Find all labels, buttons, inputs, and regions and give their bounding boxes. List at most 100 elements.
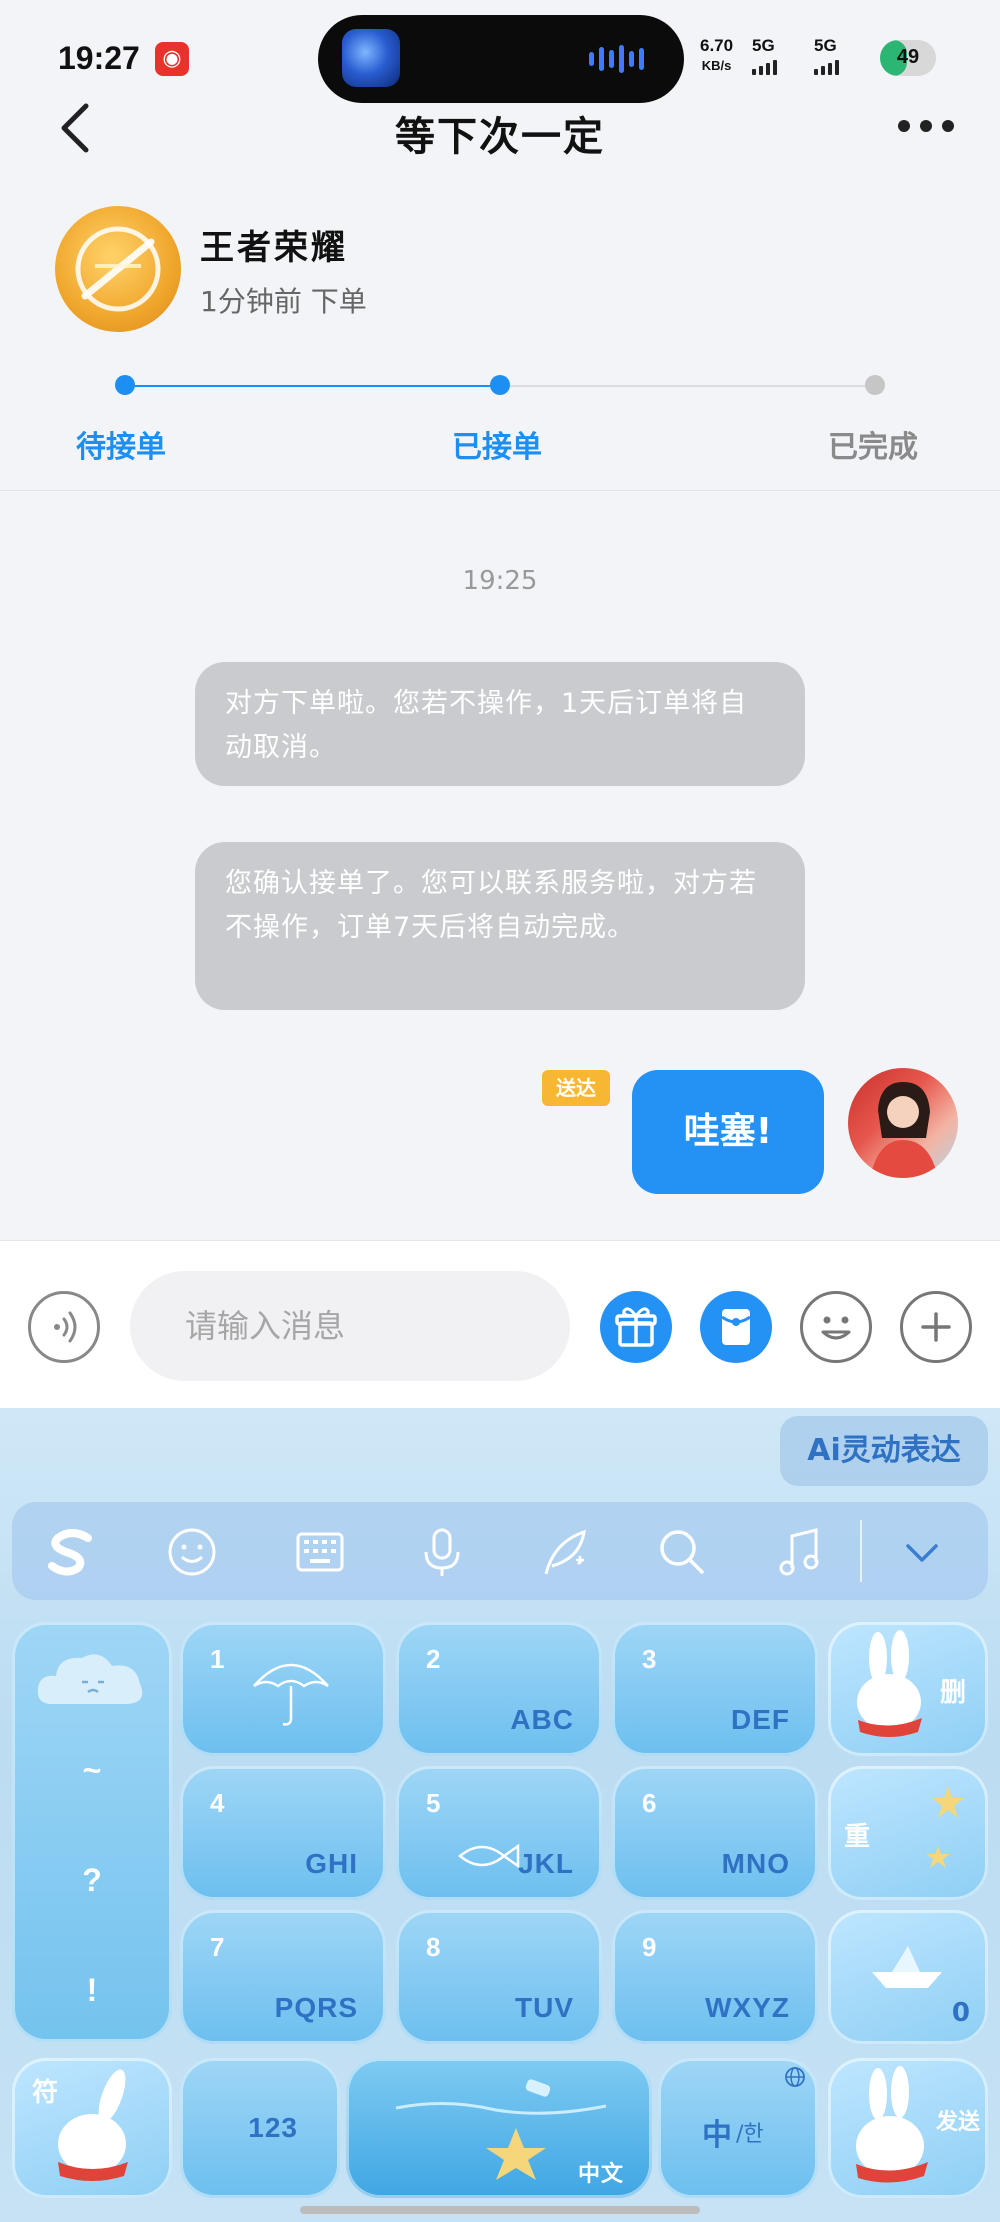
progress-track-pending [500, 385, 875, 387]
ai-express-button[interactable]: Ai灵动表达 [780, 1416, 988, 1486]
gift-button[interactable] [600, 1291, 672, 1363]
red-packet-button[interactable] [700, 1291, 772, 1363]
battery-indicator: 49 [880, 40, 936, 76]
symbol-key[interactable]: 符 [12, 2058, 172, 2198]
avatar[interactable] [848, 1068, 958, 1178]
step-label-completed: 已完成 [828, 430, 918, 465]
dynamic-island[interactable] [318, 15, 684, 103]
chat-timestamp: 19:25 [462, 566, 538, 596]
keyboard-icon[interactable] [290, 1522, 350, 1582]
step-label-pending: 待接单 [76, 430, 166, 465]
delete-key[interactable]: 删 [828, 1622, 988, 1756]
symbol-key-label: 符 [32, 2078, 59, 2108]
cloud-icon [37, 1654, 143, 1704]
language-key[interactable]: 中 /한 [658, 2058, 818, 2198]
network-speed: 6.70 KB/s [700, 36, 733, 76]
key-7[interactable]: 7 PQRS [180, 1910, 386, 2044]
fish-icon [458, 1843, 520, 1869]
language-main-label: 中 [702, 2118, 732, 2153]
chevron-down-icon[interactable] [892, 1522, 952, 1582]
key-letters: MNO [721, 1848, 790, 1879]
status-time: 19:27 [58, 40, 140, 76]
key-number: 4 [210, 1788, 225, 1818]
netease-music-icon: ◉ [155, 42, 189, 76]
emoji-button[interactable] [800, 1291, 872, 1363]
punctuation-column[interactable]: ~ ? ! [12, 1622, 172, 2042]
more-options-icon[interactable] [898, 120, 954, 132]
emoji-icon[interactable] [162, 1522, 222, 1582]
message-input[interactable] [130, 1271, 570, 1381]
redo-key-label: 重 [844, 1822, 871, 1852]
numbers-key-label: 123 [248, 2112, 298, 2143]
divider [0, 490, 1000, 491]
signal-2: 5G [814, 36, 839, 75]
signal-bars-icon [752, 60, 777, 75]
delete-key-label: 删 [940, 1678, 967, 1708]
key-4[interactable]: 4 GHI [180, 1766, 386, 1900]
language-alt-label: /한 [736, 2122, 764, 2147]
step-dot-3 [865, 375, 885, 395]
zero-key-label: 0 [951, 1998, 970, 2028]
key-letters: GHI [305, 1848, 358, 1879]
key-2[interactable]: 2 ABC [396, 1622, 602, 1756]
input-bar [0, 1240, 1000, 1410]
smile-icon [821, 1316, 851, 1340]
key-number: 5 [426, 1788, 441, 1818]
voice-button[interactable] [28, 1291, 100, 1363]
key-9[interactable]: 9 WXYZ [612, 1910, 818, 2044]
key-5[interactable]: 5 JKL [396, 1766, 602, 1900]
plus-icon [921, 1312, 951, 1342]
stars-icon [926, 1786, 964, 1868]
key-letters: WXYZ [705, 1992, 790, 2023]
more-actions-button[interactable] [900, 1291, 972, 1363]
redo-key[interactable]: 重 [828, 1766, 988, 1900]
step-dot-2 [490, 375, 510, 395]
signal-1: 5G [752, 36, 777, 75]
album-art [342, 29, 400, 87]
gift-icon [615, 1307, 657, 1347]
space-key-label: 中文 [577, 2161, 624, 2186]
audio-wave-icon [589, 45, 644, 73]
punctuation-key-exclaim[interactable]: ! [12, 1972, 172, 2009]
net-speed-value: 6.70 [700, 36, 734, 55]
music-icon[interactable] [772, 1522, 832, 1582]
key-8[interactable]: 8 TUV [396, 1910, 602, 2044]
my-message-bubble[interactable]: 哇塞! [632, 1070, 824, 1194]
toolbar-divider [860, 1520, 862, 1582]
rabbit-icon [58, 2069, 128, 2181]
rabbit-icon [856, 2066, 928, 2183]
send-key[interactable]: 发送 [828, 2058, 988, 2198]
key-number: 6 [642, 1788, 657, 1818]
key-letters: PQRS [274, 1992, 358, 2023]
avatar-photo [870, 1082, 938, 1178]
punctuation-key-question[interactable]: ? [12, 1862, 172, 1899]
space-key[interactable]: 中文 [346, 2058, 652, 2198]
key-1[interactable]: 1 [180, 1622, 386, 1756]
game-name: 王者荣耀 [200, 228, 348, 268]
key-6[interactable]: 6 MNO [612, 1766, 818, 1900]
zero-key[interactable]: 0 [828, 1910, 988, 2044]
microphone-icon[interactable] [412, 1522, 472, 1582]
page-title: 等下次一定 [395, 114, 605, 160]
key-number: 7 [210, 1932, 225, 1962]
red-packet-icon [721, 1309, 751, 1345]
sogou-logo-icon[interactable] [42, 1522, 102, 1582]
quill-icon[interactable] [534, 1522, 594, 1582]
keyboard-toolbar [12, 1502, 988, 1600]
order-progress: 待接单 已接单 已完成 [0, 370, 1000, 490]
globe-icon [785, 2067, 805, 2087]
rabbit-icon [857, 1630, 922, 1737]
signal-2-label: 5G [814, 36, 837, 55]
search-icon[interactable] [652, 1522, 712, 1582]
punctuation-key-tilde[interactable]: ~ [12, 1752, 172, 1789]
key-number: 2 [426, 1644, 441, 1674]
numbers-key[interactable]: 123 [180, 2058, 340, 2198]
key-3[interactable]: 3 DEF [612, 1622, 818, 1756]
key-letters: DEF [731, 1704, 790, 1735]
step-dot-1 [115, 375, 135, 395]
progress-track-done [125, 385, 500, 387]
home-indicator[interactable] [300, 2206, 700, 2214]
game-logo[interactable] [55, 206, 181, 332]
delivered-badge: 送达 [542, 1070, 610, 1106]
voice-icon [54, 1311, 77, 1343]
